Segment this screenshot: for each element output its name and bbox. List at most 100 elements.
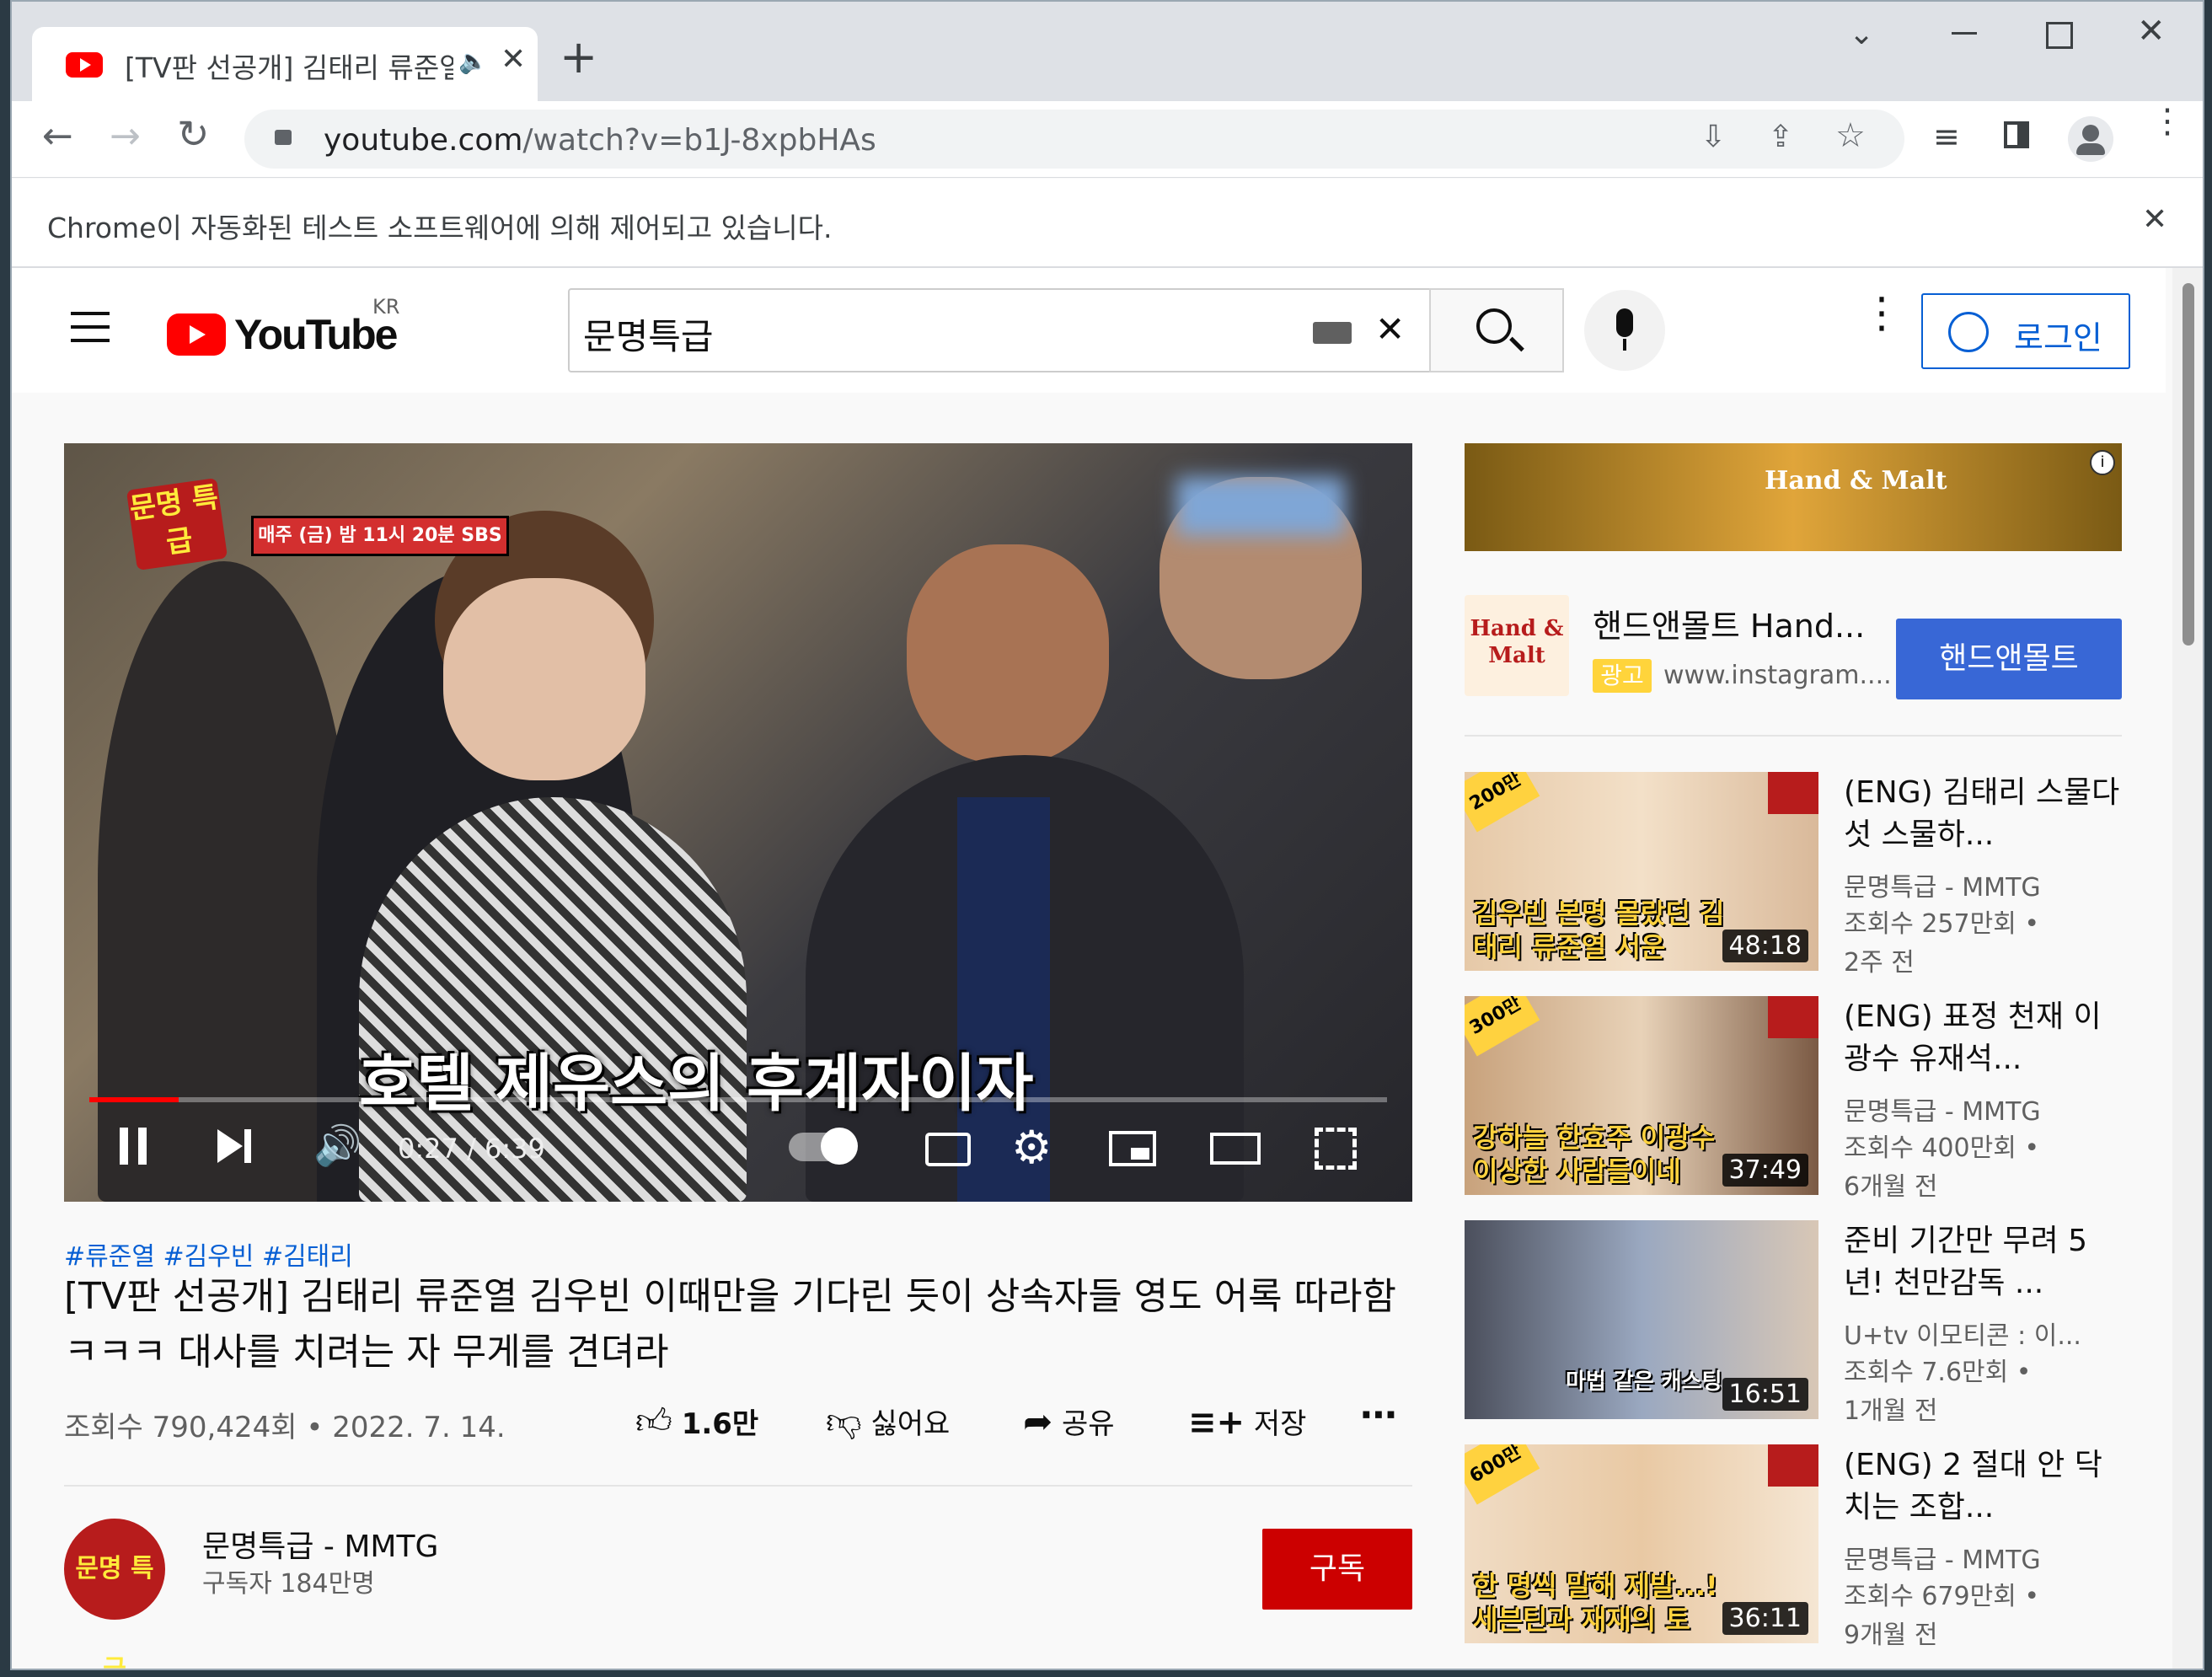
volume-icon[interactable]: 🔊 [313, 1122, 362, 1169]
youtube-favicon-icon [66, 52, 103, 78]
bookmark-star-icon[interactable]: ☆ [1835, 116, 1866, 155]
video-duration: 37:49 [1722, 1154, 1808, 1187]
channel-avatar[interactable]: 문명 특급 [64, 1519, 165, 1669]
save-button[interactable]: ≡+ 저장 [1188, 1401, 1306, 1442]
settings-more-icon[interactable]: ⋮ [1861, 292, 1903, 334]
ad-banner[interactable]: Hand & Malt i [1465, 443, 2122, 551]
video-thumbnail: 600만 한 명씩 말해 제발...! 세븐틴과 재재의 토 36:11 [1465, 1444, 1818, 1643]
recommended-meta: 조회수 7.6만회 • 1개월 전 [1844, 1358, 2032, 1426]
recommended-video[interactable]: 마법 같은 캐스팅 16:51 준비 기간만 무려 5년! 천만감독 ... U… [1465, 1220, 2139, 1426]
youtube-logo[interactable]: YouTube KR [167, 295, 399, 364]
hamburger-menu-icon[interactable] [71, 312, 110, 342]
autoplay-toggle[interactable] [789, 1128, 858, 1165]
hashtags[interactable]: #류준열 #김우빈 #김태리 [64, 1235, 353, 1272]
fullscreen-icon[interactable] [1315, 1128, 1357, 1170]
recommended-video[interactable]: 200만 김우빈 본명 몰랐던 김태리 류준열 서운 48:18 (ENG) 김… [1465, 772, 2139, 978]
video-thumbnail: 마법 같은 캐스팅 16:51 [1465, 1220, 1818, 1419]
miniplayer-icon[interactable] [1109, 1131, 1156, 1166]
tab-close-icon[interactable]: ✕ [501, 42, 526, 77]
subtitles-icon[interactable] [925, 1133, 971, 1166]
address-bar[interactable]: youtube.com/watch?v=b1J-8xpbHAs ⇩ ⇪ ☆ [244, 110, 1904, 169]
window-close-icon[interactable]: ✕ [2137, 12, 2166, 51]
ad-info-icon[interactable]: i [2090, 450, 2115, 475]
login-label: 로그인 [2014, 319, 2102, 356]
progress-bar[interactable] [89, 1097, 1387, 1102]
recommended-video[interactable]: 600만 한 명씩 말해 제발...! 세븐틴과 재재의 토 36:11 (EN… [1465, 1444, 2139, 1650]
media-control-icon[interactable]: ≡ [1933, 118, 1960, 155]
channel-corner-logo [1768, 1444, 1818, 1487]
page-scrollbar[interactable] [2172, 268, 2203, 1669]
minimize-icon[interactable] [1952, 32, 1977, 35]
recommended-channel: 문명특급 - MMTG [1844, 873, 2041, 903]
back-arrow-icon[interactable]: ← [42, 115, 73, 158]
automation-notice: Chrome이 자동화된 테스트 소프트웨어에 의해 제어되고 있습니다. [47, 212, 833, 244]
advertiser-logo[interactable]: Hand & Malt [1465, 595, 1569, 696]
tab-search-chevron-icon[interactable]: ⌄ [1849, 17, 1874, 51]
ad-badge: 광고 [1593, 659, 1652, 693]
video-frame-figure [907, 544, 1109, 763]
recommended-title: 준비 기간만 무려 5년! 천만감독 ... [1844, 1224, 2088, 1300]
video-title: [TV판 선공개] 김태리 류준열 김우빈 이때만을 기다린 듯이 상속자들 영… [64, 1275, 1396, 1374]
voice-search-button[interactable] [1584, 290, 1665, 371]
ad-cta-button[interactable]: 핸드앤몰트 [1896, 619, 2122, 699]
new-tab-button[interactable]: + [560, 30, 597, 83]
browser-tab[interactable]: [TV판 선공개] 김태리 류준열 🔈 ✕ [32, 27, 538, 101]
more-actions-icon[interactable]: ⋯ [1360, 1394, 1397, 1437]
clear-search-icon[interactable]: ✕ [1375, 308, 1405, 350]
recommended-title: (ENG) 2 절대 안 닥치는 조합... [1844, 1448, 2102, 1524]
recommended-title: (ENG) 김태리 스물다섯 스물하... [1844, 775, 2120, 852]
search-icon [1476, 308, 1512, 344]
region-code: KR [372, 295, 400, 319]
show-logo: 문명 특급 [126, 477, 228, 571]
video-duration: 48:18 [1722, 930, 1808, 962]
search-button[interactable] [1429, 288, 1564, 372]
channel-name[interactable]: 문명특급 - MMTG [202, 1522, 438, 1566]
profile-avatar-icon[interactable] [2068, 116, 2113, 162]
automation-infobar: Chrome이 자동화된 테스트 소프트웨어에 의해 제어되고 있습니다. ✕ [12, 179, 2203, 268]
broadcast-schedule-banner: 매주 (금) 밤 11시 20분 SBS [251, 516, 509, 556]
channel-corner-logo [1768, 996, 1818, 1038]
settings-gear-icon[interactable]: ⚙ [1011, 1121, 1052, 1174]
theater-mode-icon[interactable] [1210, 1133, 1261, 1165]
search-input[interactable]: 문명특급 ✕ [568, 288, 1431, 372]
youtube-header: YouTube KR 문명특급 ✕ ⋮ 로그인 [12, 268, 2166, 393]
video-thumbnail: 200만 김우빈 본명 몰랐던 김태리 류준열 서운 48:18 [1465, 772, 1818, 971]
subscribe-button[interactable]: 구독 [1262, 1529, 1412, 1610]
like-button[interactable]: 👍︎ 1.6만 [635, 1401, 758, 1444]
playlist-add-icon: ≡+ [1188, 1403, 1245, 1442]
view-milestone-badge: 600만 [1465, 1444, 1540, 1505]
share-button[interactable]: ➦ 공유 [1023, 1401, 1115, 1442]
login-button[interactable]: 로그인 [1921, 293, 2130, 369]
subscriber-count: 구독자 184만명 [202, 1569, 375, 1599]
channel-corner-logo [1768, 772, 1818, 814]
side-panel-icon[interactable] [2004, 121, 2029, 148]
browser-window: [TV판 선공개] 김태리 류준열 🔈 ✕ + ⌄ ✕ ← → ↻ youtub… [10, 0, 2204, 1670]
recommended-video[interactable]: 300만 강하늘 한효주 이광수 이상한 사람들이네 37:49 (ENG) 표… [1465, 996, 2139, 1202]
maximize-icon[interactable] [2046, 22, 2073, 49]
view-milestone-badge: 200만 [1465, 772, 1540, 833]
browser-toolbar: ← → ↻ youtube.com/watch?v=b1J-8xpbHAs ⇩ … [12, 101, 2203, 178]
speaker-icon[interactable]: 🔈 [458, 47, 488, 75]
keyboard-icon[interactable] [1313, 322, 1352, 344]
microphone-icon [1616, 308, 1633, 337]
dislike-button[interactable]: 👎︎ 싫어요 [826, 1401, 950, 1444]
scrollbar-thumb[interactable] [2183, 283, 2194, 646]
share-icon[interactable]: ⇪ [1768, 120, 1793, 154]
chrome-menu-icon[interactable]: ⋮ [2150, 104, 2184, 138]
reload-icon[interactable]: ↻ [177, 111, 210, 157]
ad-title[interactable]: 핸드앤몰트 Hand... [1593, 600, 1865, 646]
recommended-channel: 문명특급 - MMTG [1844, 1097, 2041, 1127]
ad-url: www.instagram.... [1663, 661, 1892, 690]
sidebar-divider [1465, 735, 2122, 737]
time-display: 0:27 / 6:39 [398, 1133, 545, 1165]
ad-banner-logo: Hand & Malt [1765, 466, 1947, 496]
video-player[interactable]: 문명 특급 매주 (금) 밤 11시 20분 SBS 호텔 제우스의 후계자이자… [64, 443, 1412, 1202]
infobar-close-icon[interactable]: ✕ [2142, 202, 2167, 237]
thumbnail-caption: 강하늘 한효주 이광수 이상한 사람들이네 [1473, 1122, 1716, 1187]
recommended-meta: 조회수 400만회 • 6개월 전 [1844, 1133, 2040, 1202]
recommended-channel: U+tv 이모티콘 : 이... [1844, 1321, 2081, 1351]
install-app-icon[interactable]: ⇩ [1701, 120, 1726, 154]
lock-icon [275, 130, 292, 145]
forward-arrow-icon[interactable]: → [110, 115, 141, 158]
view-info: 조회수 790,424회 • 2022. 7. 14. [64, 1411, 506, 1444]
